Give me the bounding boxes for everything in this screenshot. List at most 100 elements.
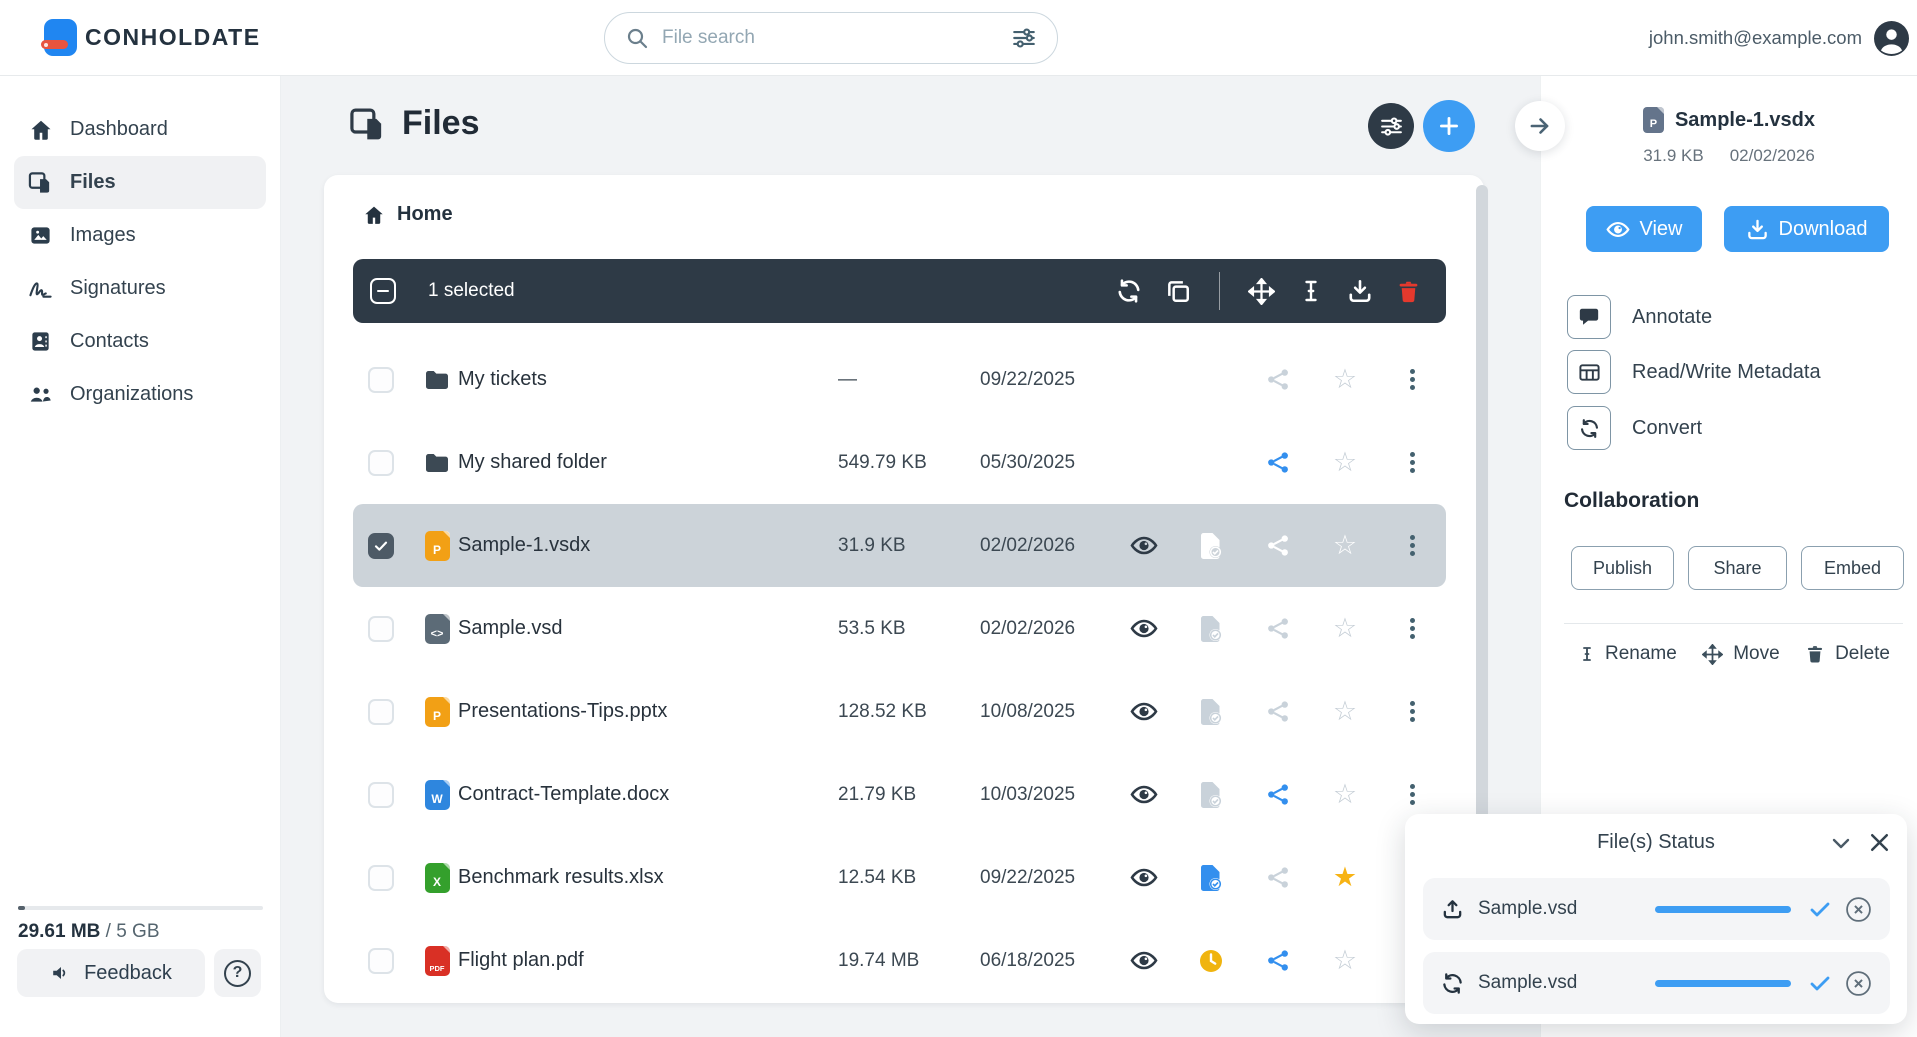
share-icon[interactable]: [1254, 865, 1302, 890]
rename-action[interactable]: Rename: [1579, 643, 1677, 665]
refresh-icon[interactable]: [1115, 278, 1142, 305]
share-button[interactable]: Share: [1688, 546, 1787, 590]
vsd-file-icon: <>: [424, 613, 450, 644]
rename-icon[interactable]: [1297, 278, 1324, 305]
search-input[interactable]: [662, 27, 998, 49]
add-file-button[interactable]: [1423, 100, 1475, 152]
favorite-star-icon[interactable]: ☆: [1321, 615, 1369, 642]
share-icon[interactable]: [1254, 948, 1302, 973]
share-icon[interactable]: [1254, 450, 1302, 475]
row-menu-icon[interactable]: [1388, 616, 1436, 641]
user-avatar[interactable]: [1874, 20, 1909, 56]
preview-eye-icon[interactable]: [1120, 949, 1168, 972]
search-filter-icon[interactable]: [1011, 25, 1037, 51]
file-row[interactable]: P Presentations-Tips.pptx 128.52 KB 10/0…: [353, 670, 1446, 753]
file-date: 02/02/2026: [980, 534, 1076, 556]
share-icon[interactable]: [1254, 533, 1302, 558]
file-row[interactable]: PDF Flight plan.pdf 19.74 MB 06/18/2025 …: [353, 919, 1446, 1002]
preview-eye-icon[interactable]: [1120, 866, 1168, 889]
favorite-star-icon[interactable]: ☆: [1321, 449, 1369, 476]
download-icon[interactable]: [1346, 278, 1373, 305]
preview-eye-icon[interactable]: [1120, 700, 1168, 723]
breadcrumb[interactable]: Home: [363, 203, 453, 226]
file-row[interactable]: My shared folder 549.79 KB 05/30/2025 ☆: [353, 421, 1446, 504]
share-icon[interactable]: [1254, 699, 1302, 724]
sidebar-item-files[interactable]: Files: [14, 156, 266, 209]
row-menu-icon[interactable]: [1388, 699, 1436, 724]
file-row[interactable]: W Contract-Template.docx 21.79 KB 10/03/…: [353, 753, 1446, 836]
selected-file-date: 02/02/2026: [1729, 146, 1815, 165]
file-row[interactable]: X Benchmark results.xlsx 12.54 KB 09/22/…: [353, 836, 1446, 919]
row-menu-icon[interactable]: [1388, 450, 1436, 475]
share-icon[interactable]: [1254, 367, 1302, 392]
file-row[interactable]: <> Sample.vsd 53.5 KB 02/02/2026 ☆: [353, 587, 1446, 670]
row-checkbox[interactable]: [368, 947, 394, 974]
favorite-star-icon[interactable]: ☆: [1321, 781, 1369, 808]
publish-button[interactable]: Publish: [1571, 546, 1674, 590]
delete-icon[interactable]: [1395, 278, 1422, 305]
sidebar-item-signatures[interactable]: Signatures: [14, 262, 266, 315]
share-icon[interactable]: [1254, 616, 1302, 641]
sidebar-item-label: Organizations: [70, 383, 194, 405]
file-status-icon[interactable]: [1187, 615, 1235, 643]
file-status-icon[interactable]: [1187, 532, 1235, 560]
metadata-action[interactable]: Read/Write Metadata: [1567, 350, 1821, 394]
selected-file-icon: P: [1642, 107, 1664, 133]
favorite-star-icon-active[interactable]: ★: [1321, 864, 1369, 891]
move-icon[interactable]: [1248, 277, 1275, 305]
embed-button[interactable]: Embed: [1801, 546, 1904, 590]
close-icon[interactable]: [1867, 830, 1892, 855]
folder-icon: [424, 369, 450, 391]
row-checkbox[interactable]: [368, 781, 394, 808]
share-icon[interactable]: [1254, 782, 1302, 807]
favorite-star-icon[interactable]: ☆: [1321, 947, 1369, 974]
file-status-icon[interactable]: [1187, 864, 1235, 892]
favorite-star-icon[interactable]: ☆: [1321, 532, 1369, 559]
collapse-panel-button[interactable]: [1515, 101, 1565, 151]
sidebar-item-dashboard[interactable]: Dashboard: [14, 103, 266, 156]
annotate-action[interactable]: Annotate: [1567, 295, 1712, 339]
cancel-circle-icon[interactable]: [1845, 896, 1872, 923]
convert-action[interactable]: Convert: [1567, 406, 1702, 450]
main-content: Files Home 1 selected My tickets — 09/22…: [281, 76, 1565, 1037]
file-name: My shared folder: [458, 451, 607, 473]
row-checkbox[interactable]: [368, 698, 394, 725]
download-button[interactable]: Download: [1724, 206, 1889, 252]
sidebar-item-images[interactable]: Images: [14, 209, 266, 262]
sidebar-item-contacts[interactable]: Contacts: [14, 315, 266, 368]
view-button[interactable]: View: [1586, 206, 1702, 252]
move-action[interactable]: Move: [1702, 643, 1780, 665]
row-checkbox[interactable]: [368, 449, 394, 476]
sidebar-item-label: Files: [70, 171, 116, 193]
copy-icon[interactable]: [1164, 278, 1191, 305]
file-status-icon[interactable]: [1187, 698, 1235, 726]
file-row[interactable]: My tickets — 09/22/2025 ☆: [353, 338, 1446, 421]
pending-clock-icon[interactable]: [1187, 948, 1235, 974]
delete-action[interactable]: Delete: [1805, 643, 1890, 665]
preview-eye-icon[interactable]: [1120, 534, 1168, 557]
list-filter-button[interactable]: [1368, 103, 1414, 149]
file-row-selected[interactable]: P Sample-1.vsdx 31.9 KB 02/02/2026 ☆: [353, 504, 1446, 587]
favorite-star-icon[interactable]: ☆: [1321, 698, 1369, 725]
cancel-circle-icon[interactable]: [1845, 970, 1872, 997]
chevron-down-icon[interactable]: [1829, 831, 1853, 855]
feedback-button[interactable]: Feedback: [17, 949, 205, 997]
sidebar-item-label: Contacts: [70, 330, 149, 352]
collaboration-heading: Collaboration: [1564, 489, 1700, 512]
row-checkbox[interactable]: [368, 615, 394, 642]
favorite-star-icon[interactable]: ☆: [1321, 366, 1369, 393]
row-menu-icon[interactable]: [1388, 533, 1436, 558]
select-all-checkbox[interactable]: [370, 278, 396, 304]
preview-eye-icon[interactable]: [1120, 783, 1168, 806]
sidebar-item-organizations[interactable]: Organizations: [14, 368, 266, 421]
row-menu-icon[interactable]: [1388, 782, 1436, 807]
row-checkbox[interactable]: [368, 864, 394, 891]
brand-logo[interactable]: CONHOLDATE: [41, 19, 261, 56]
row-checkbox[interactable]: [368, 366, 394, 393]
row-checkbox-checked[interactable]: [368, 532, 394, 559]
help-button[interactable]: ?: [214, 949, 261, 997]
row-menu-icon[interactable]: [1388, 367, 1436, 392]
file-search-bar[interactable]: [604, 12, 1058, 64]
file-status-icon[interactable]: [1187, 781, 1235, 809]
preview-eye-icon[interactable]: [1120, 617, 1168, 640]
